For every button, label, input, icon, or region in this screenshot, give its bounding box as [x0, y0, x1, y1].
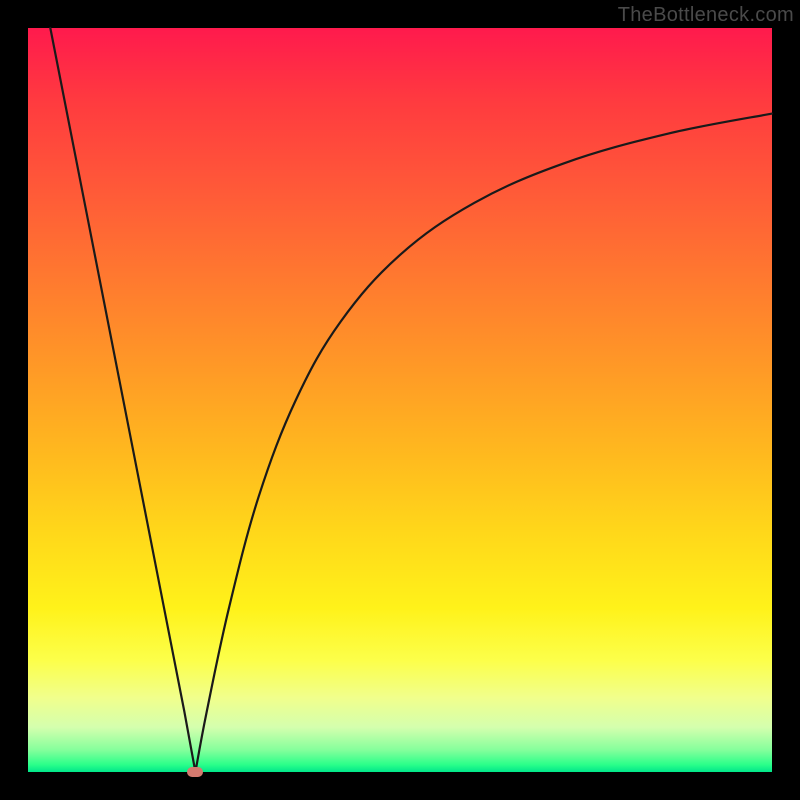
bottleneck-curve [50, 28, 772, 772]
watermark-text: TheBottleneck.com [618, 4, 794, 27]
optimum-marker [187, 767, 203, 777]
chart-frame: TheBottleneck.com [0, 0, 800, 800]
curve-layer [28, 28, 772, 772]
plot-area [28, 28, 772, 772]
